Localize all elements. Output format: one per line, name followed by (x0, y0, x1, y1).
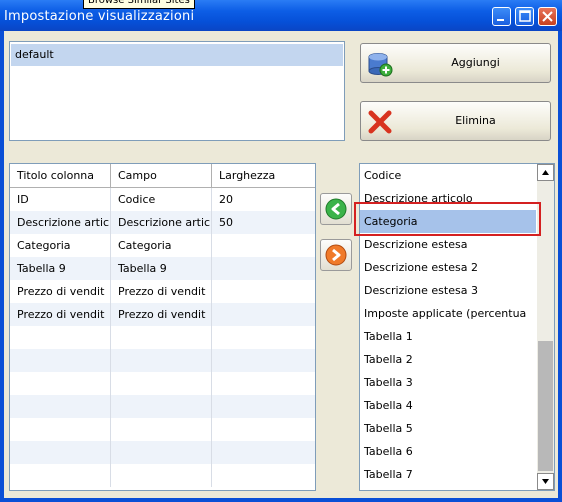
move-right-button[interactable] (320, 239, 352, 271)
table-row[interactable] (10, 349, 315, 372)
table-cell[interactable] (212, 464, 315, 487)
table-cell[interactable] (111, 326, 212, 349)
arrow-up-icon (542, 170, 549, 175)
arrow-down-icon (542, 479, 549, 484)
table-cell[interactable] (212, 303, 315, 326)
table-cell[interactable] (10, 349, 111, 372)
table-cell[interactable]: 50 (212, 211, 315, 234)
table-cell[interactable] (212, 418, 315, 441)
header-larghezza[interactable]: Larghezza (212, 164, 315, 187)
orange-right-arrow-icon (325, 244, 347, 266)
header-titolo-colonna[interactable]: Titolo colonna (10, 164, 111, 187)
header-campo[interactable]: Campo (111, 164, 212, 187)
table-cell[interactable] (212, 349, 315, 372)
table-cell[interactable] (111, 441, 212, 464)
profile-item-default[interactable]: default (11, 44, 343, 66)
profile-list[interactable]: default (9, 41, 345, 141)
close-icon (542, 11, 553, 22)
window-title: Impostazione visualizzazioni (4, 9, 195, 24)
add-button-label: Aggiungi (451, 56, 500, 69)
table-row[interactable]: ID Codice 20 (10, 188, 315, 211)
field-list-item[interactable]: Tabella 2 (360, 348, 536, 371)
add-button[interactable]: Aggiungi (360, 43, 551, 83)
table-row[interactable]: Tabella 9 Tabella 9 (10, 257, 315, 280)
delete-button[interactable]: Elimina (360, 101, 551, 141)
minimize-button[interactable] (492, 7, 511, 26)
scroll-up-button[interactable] (537, 164, 554, 181)
scroll-down-button[interactable] (537, 473, 554, 490)
field-list-item[interactable]: Tabella 3 (360, 371, 536, 394)
table-cell[interactable]: Descrizione artic (111, 211, 212, 234)
browser-tooltip: Browse Similar Sites (83, 0, 195, 9)
table-row[interactable]: Prezzo di vendit Prezzo di vendit (10, 303, 315, 326)
table-cell[interactable] (10, 441, 111, 464)
maximize-icon (519, 10, 531, 22)
field-list-item[interactable]: Tabella 1 (360, 325, 536, 348)
table-cell[interactable] (111, 418, 212, 441)
table-row[interactable] (10, 372, 315, 395)
table-cell[interactable] (111, 372, 212, 395)
table-cell[interactable] (111, 349, 212, 372)
close-button[interactable] (538, 7, 557, 26)
delete-x-icon (368, 110, 392, 134)
delete-button-label: Elimina (455, 114, 496, 127)
minimize-icon (497, 19, 504, 21)
table-cell[interactable] (10, 395, 111, 418)
table-cell[interactable]: ID (10, 188, 111, 211)
grid-header: Titolo colonna Campo Larghezza (10, 164, 315, 188)
table-cell[interactable] (212, 257, 315, 280)
field-list-item[interactable]: Tabella 7 (360, 463, 536, 486)
table-cell[interactable]: Tabella 9 (111, 257, 212, 280)
table-row[interactable]: Categoria Categoria (10, 234, 315, 257)
scroll-thumb[interactable] (538, 341, 553, 471)
table-row[interactable]: Descrizione artic Descrizione artic 50 (10, 211, 315, 234)
table-cell[interactable] (212, 441, 315, 464)
selection-highlight-box (354, 202, 541, 236)
table-row[interactable]: Prezzo di vendit Prezzo di vendit (10, 280, 315, 303)
table-cell[interactable]: Codice (111, 188, 212, 211)
field-list-item[interactable]: Descrizione estesa 3 (360, 279, 536, 302)
database-add-icon (368, 53, 393, 77)
green-left-arrow-icon (325, 198, 347, 220)
columns-grid[interactable]: Titolo colonna Campo Larghezza ID Codice 2… (9, 163, 316, 491)
table-cell[interactable] (212, 280, 315, 303)
table-row[interactable] (10, 441, 315, 464)
table-cell[interactable] (212, 395, 315, 418)
table-row[interactable] (10, 418, 315, 441)
field-list-item[interactable]: Descrizione estesa 2 (360, 256, 536, 279)
table-cell[interactable] (10, 372, 111, 395)
table-cell[interactable]: Prezzo di vendit (111, 303, 212, 326)
dialog-client-area: default Aggiungi Elimina Titolo colonna … (4, 31, 558, 498)
move-left-button[interactable] (320, 193, 352, 225)
table-cell[interactable]: Prezzo di vendit (111, 280, 212, 303)
table-cell[interactable] (212, 234, 315, 257)
field-list-item[interactable]: Imposte applicate (percentua (360, 302, 536, 325)
table-cell[interactable] (10, 464, 111, 487)
maximize-button[interactable] (515, 7, 534, 26)
table-cell[interactable]: Categoria (10, 234, 111, 257)
table-cell[interactable] (10, 418, 111, 441)
table-cell[interactable]: Prezzo di vendit (10, 280, 111, 303)
field-list-item[interactable]: Tabella 4 (360, 394, 536, 417)
field-list-item[interactable]: Tabella 6 (360, 440, 536, 463)
field-list-item[interactable]: Codice (360, 164, 536, 187)
table-cell[interactable] (111, 464, 212, 487)
table-cell[interactable] (212, 326, 315, 349)
table-row[interactable] (10, 395, 315, 418)
field-list-item[interactable]: Tabella 5 (360, 417, 536, 440)
table-cell[interactable]: Descrizione artic (10, 211, 111, 234)
table-row[interactable] (10, 464, 315, 487)
field-list-item[interactable]: Descrizione estesa (360, 233, 536, 256)
table-cell[interactable] (111, 395, 212, 418)
table-cell[interactable]: Categoria (111, 234, 212, 257)
table-row[interactable] (10, 326, 315, 349)
table-cell[interactable]: 20 (212, 188, 315, 211)
table-cell[interactable] (10, 326, 111, 349)
table-cell[interactable] (212, 372, 315, 395)
dialog-window: Impostazione visualizzazioni Browse Simi… (0, 0, 562, 502)
table-cell[interactable]: Prezzo di vendit (10, 303, 111, 326)
table-cell[interactable]: Tabella 9 (10, 257, 111, 280)
